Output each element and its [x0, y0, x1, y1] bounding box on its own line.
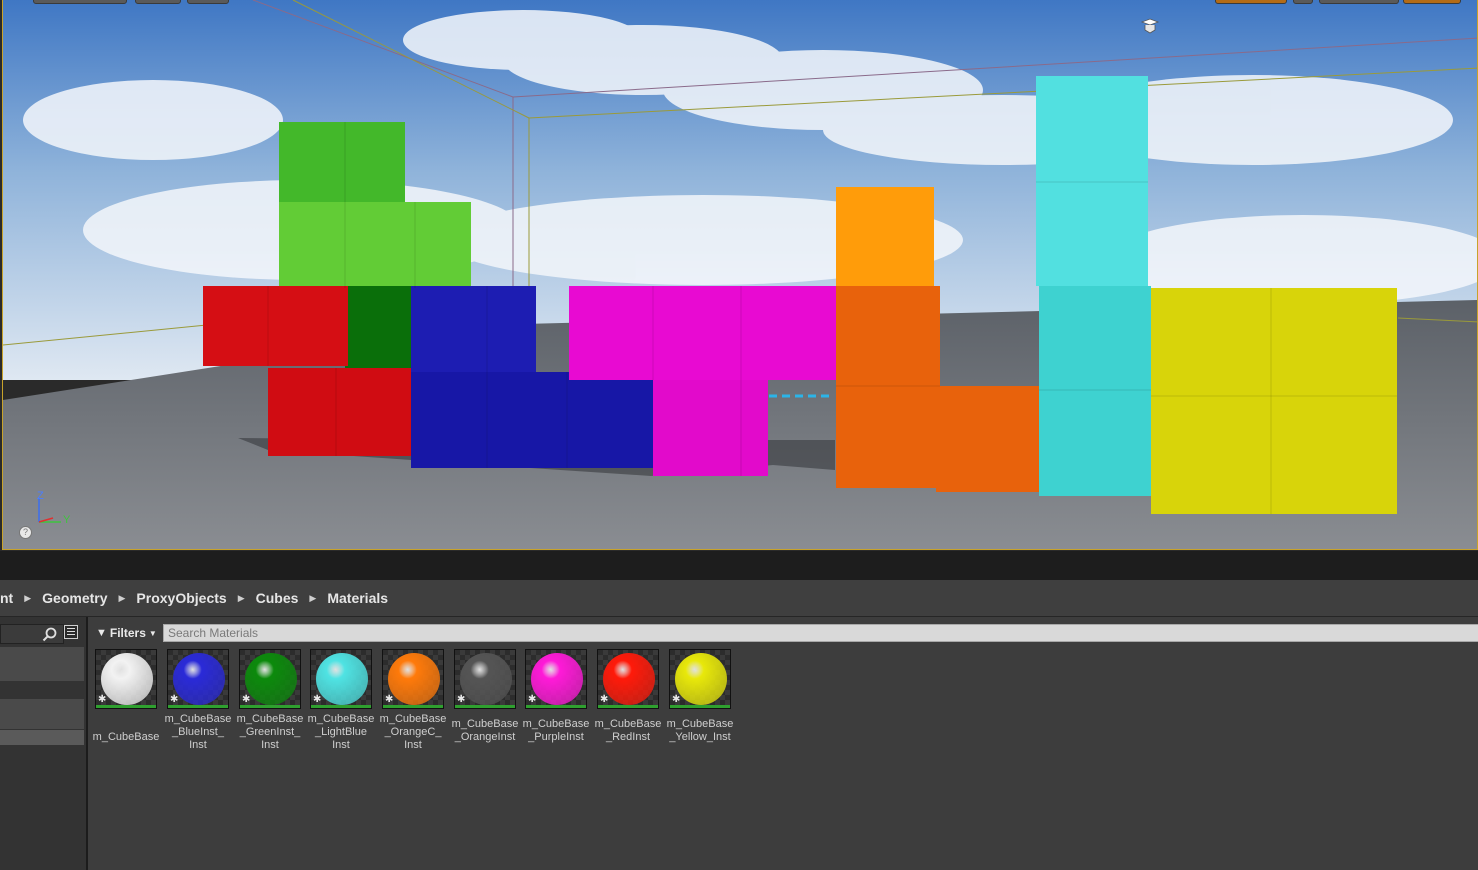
asset-type-color-strip [670, 705, 730, 708]
viewport-scale-snap-button[interactable] [1403, 0, 1461, 4]
material-sphere-thumbnail[interactable]: ✱ [167, 649, 229, 709]
asset-name-label: m_CubeBase _RedInst [594, 718, 662, 743]
asset-tile[interactable]: ✱ m_CubeBase _Yellow_Inst [664, 649, 736, 744]
panel-separator [0, 551, 1478, 580]
breadcrumb-item-geometry[interactable]: Geometry [37, 590, 112, 606]
asset-type-icon: ✱ [98, 694, 107, 705]
viewport-options-button[interactable] [33, 0, 127, 4]
asset-type-icon: ✱ [385, 694, 394, 705]
asset-name-label: m_CubeBase _GreenInst_ Inst [236, 713, 304, 751]
asset-name-label: m_CubeBase _Yellow_Inst [666, 718, 734, 743]
asset-tile[interactable]: ✱ m_CubeBase _BlueInst_ Inst [162, 649, 234, 752]
filters-label: Filters [109, 626, 146, 640]
asset-type-color-strip [526, 705, 586, 708]
asset-type-icon: ✱ [457, 694, 466, 705]
breadcrumb-arrow-icon[interactable]: ▶ [18, 593, 37, 604]
search-materials-input[interactable]: Search Materials [163, 624, 1478, 642]
viewport-show-button[interactable] [187, 0, 229, 4]
asset-type-color-strip [96, 705, 156, 708]
breadcrumb-item-content[interactable]: nt [0, 590, 18, 606]
asset-type-color-strip [311, 705, 371, 708]
asset-tile[interactable]: ✱ m_CubeBase _OrangeInst [449, 649, 521, 744]
breadcrumb-item-cubes[interactable]: Cubes [251, 590, 304, 606]
asset-tile[interactable]: ✱ m_CubeBase _OrangeC_ Inst [377, 649, 449, 752]
breadcrumb-item-materials[interactable]: Materials [322, 590, 393, 606]
asset-tile[interactable]: ✱ m_CubeBase _PurpleInst [520, 649, 592, 744]
funnel-icon: ▼ [96, 627, 107, 639]
asset-type-icon: ✱ [313, 694, 322, 705]
asset-type-color-strip [455, 705, 515, 708]
breadcrumb: nt ▶ Geometry ▶ ProxyObjects ▶ Cubes ▶ M… [0, 580, 1478, 617]
asset-tile[interactable]: ✱ m_CubeBase _GreenInst_ Inst [234, 649, 306, 752]
help-icon[interactable]: ? [19, 526, 32, 539]
asset-type-color-strip [240, 705, 300, 708]
level-viewport[interactable]: Z Y ? [2, 0, 1478, 550]
breadcrumb-item-proxyobjects[interactable]: ProxyObjects [131, 590, 231, 606]
filters-button[interactable]: ▼ Filters ▼ [96, 624, 157, 642]
material-sphere-thumbnail[interactable]: ✱ [310, 649, 372, 709]
asset-type-icon: ✱ [528, 694, 537, 705]
asset-tile[interactable]: ✱ m_CubeBase _RedInst [592, 649, 664, 744]
material-sphere-thumbnail[interactable]: ✱ [382, 649, 444, 709]
viewport-scene [3, 0, 1477, 549]
axis-z-label: Z [37, 490, 44, 502]
asset-name-label: m_CubeBase _OrangeInst [451, 718, 519, 743]
asset-tile[interactable]: ✱ m_CubeBase [90, 649, 162, 744]
material-sphere-thumbnail[interactable]: ✱ [454, 649, 516, 709]
search-icon[interactable] [42, 627, 58, 643]
folder-row-selected[interactable] [0, 730, 84, 745]
breadcrumb-arrow-icon[interactable]: ▶ [232, 593, 251, 604]
asset-type-color-strip [168, 705, 228, 708]
material-sphere-thumbnail[interactable]: ✱ [95, 649, 157, 709]
folder-tree-panel [0, 617, 88, 870]
viewport-grid-button[interactable] [1293, 0, 1313, 4]
asset-type-icon: ✱ [672, 694, 681, 705]
content-browser-asset-area: ▼ Filters ▼ Search Materials ✱ m_CubeBase… [88, 617, 1478, 870]
asset-name-label: m_CubeBase [92, 731, 160, 743]
asset-type-icon: ✱ [242, 694, 251, 705]
chevron-down-icon: ▼ [148, 628, 157, 638]
breadcrumb-arrow-icon[interactable]: ▶ [113, 593, 132, 604]
asset-name-label: m_CubeBase _BlueInst_ Inst [164, 713, 232, 751]
viewport-rotation-snap-button[interactable] [1319, 0, 1399, 4]
asset-type-color-strip [383, 705, 443, 708]
asset-name-label: m_CubeBase _OrangeC_ Inst [379, 713, 447, 751]
viewport-view-mode-button[interactable] [135, 0, 181, 4]
asset-tile[interactable]: ✱ m_CubeBase _LightBlue Inst [305, 649, 377, 752]
material-sphere-thumbnail[interactable]: ✱ [525, 649, 587, 709]
folder-row[interactable] [0, 647, 84, 681]
material-sphere-thumbnail[interactable]: ✱ [669, 649, 731, 709]
asset-name-label: m_CubeBase _LightBlue Inst [307, 713, 375, 751]
asset-name-label: m_CubeBase _PurpleInst [522, 718, 590, 743]
folder-row[interactable] [0, 699, 84, 729]
material-sphere-thumbnail[interactable]: ✱ [597, 649, 659, 709]
asset-type-color-strip [598, 705, 658, 708]
camera-speed-icon[interactable] [1139, 16, 1161, 36]
asset-type-icon: ✱ [600, 694, 609, 705]
viewport-snap-button[interactable] [1215, 0, 1287, 4]
view-options-icon[interactable] [64, 625, 78, 639]
axis-y-label: Y [63, 514, 71, 526]
material-sphere-thumbnail[interactable]: ✱ [239, 649, 301, 709]
breadcrumb-arrow-icon[interactable]: ▶ [303, 593, 322, 604]
asset-type-icon: ✱ [170, 694, 179, 705]
